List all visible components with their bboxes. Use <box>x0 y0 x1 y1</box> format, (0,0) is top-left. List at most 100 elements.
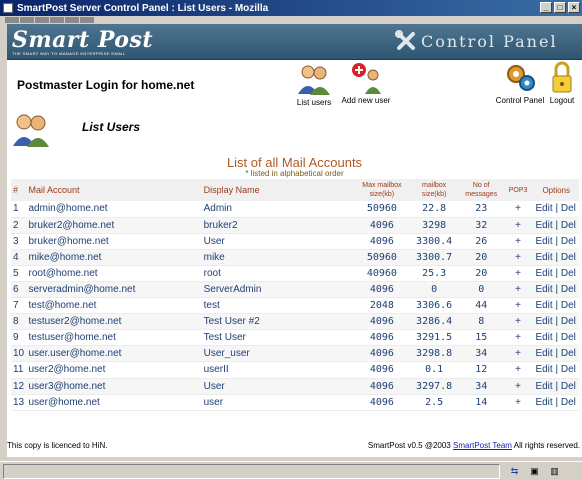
control-panel-button[interactable]: Control Panel <box>494 60 546 105</box>
edit-link[interactable]: Edit <box>535 252 552 263</box>
row-index: 13 <box>11 394 27 411</box>
mail-account-cell[interactable]: bruker2@home.net <box>26 217 202 234</box>
delete-link[interactable]: Del <box>561 220 576 231</box>
control-panel-label[interactable]: Control Panel <box>494 96 546 105</box>
mail-account-cell[interactable]: user2@home.net <box>26 361 202 379</box>
pop3-cell: + <box>502 345 534 363</box>
display-name-cell: Admin <box>201 201 356 218</box>
delete-link[interactable]: Del <box>561 300 576 311</box>
add-new-user-label[interactable]: Add new user <box>337 96 395 105</box>
mailbox-size-cell: 2.5 <box>408 394 460 411</box>
copyright-prefix: SmartPost v0.5 @2003 <box>367 441 451 450</box>
mail-account-cell[interactable]: mike@home.net <box>26 249 202 266</box>
row-index: 9 <box>11 329 27 347</box>
mail-account-cell[interactable]: bruker@home.net <box>26 233 202 250</box>
row-index: 2 <box>11 217 27 234</box>
options-cell: Edit | Del <box>533 378 579 395</box>
delete-link[interactable]: Del <box>561 203 576 214</box>
edit-link[interactable]: Edit <box>535 364 552 375</box>
table-row: 13 user@home.net user 4096 2.5 14 + Edit | Del <box>11 394 579 411</box>
logout-button[interactable]: Logout <box>547 60 577 105</box>
edit-link[interactable]: Edit <box>535 397 552 408</box>
row-index: 5 <box>11 265 27 282</box>
row-index: 8 <box>11 313 27 331</box>
logout-label[interactable]: Logout <box>547 96 577 105</box>
delete-link[interactable]: Del <box>561 268 576 279</box>
display-name-cell: User <box>201 233 356 250</box>
max-mailbox-cell: 4096 <box>355 329 409 347</box>
list-users-button[interactable]: List users <box>290 62 338 107</box>
display-name-cell: User_user <box>201 345 356 363</box>
delete-link[interactable]: Del <box>561 252 576 263</box>
edit-link[interactable]: Edit <box>535 284 552 295</box>
add-new-user-button[interactable]: Add new user <box>337 60 395 105</box>
options-cell: Edit | Del <box>533 281 579 299</box>
mail-account-cell[interactable]: admin@home.net <box>26 201 202 218</box>
delete-link[interactable]: Del <box>561 284 576 295</box>
delete-link[interactable]: Del <box>561 236 576 247</box>
delete-link[interactable]: Del <box>561 316 576 327</box>
edit-link[interactable]: Edit <box>535 236 552 247</box>
options-separator: | <box>552 300 561 312</box>
team-link[interactable]: SmartPost Team <box>453 441 512 450</box>
display-name-cell: user <box>201 394 356 411</box>
mail-account-cell[interactable]: user.user@home.net <box>26 345 202 363</box>
col-mail-account[interactable]: Mail Account <box>26 179 202 201</box>
col-options: Options <box>533 179 579 201</box>
maximize-icon[interactable]: □ <box>554 2 566 13</box>
mail-account-cell[interactable]: testuser@home.net <box>26 329 202 347</box>
col-max-mailbox[interactable]: Max mailbox size(kb) <box>355 179 409 201</box>
edit-link[interactable]: Edit <box>535 348 552 359</box>
close-icon[interactable]: × <box>568 2 580 13</box>
minimize-icon[interactable]: _ <box>540 2 552 13</box>
edit-link[interactable]: Edit <box>535 381 552 392</box>
delete-link[interactable]: Del <box>561 348 576 359</box>
options-separator: | <box>552 267 561 279</box>
max-mailbox-cell: 4096 <box>355 345 409 363</box>
delete-link[interactable]: Del <box>561 397 576 408</box>
mail-account-cell[interactable]: test@home.net <box>26 297 202 315</box>
table-row: 4 mike@home.net mike 50960 3300.7 20 + Edit | D… <box>11 249 579 266</box>
table-row: 8 testuser2@home.net Test User #2 4096 3286.… <box>11 313 579 331</box>
mail-account-cell[interactable]: testuser2@home.net <box>26 313 202 331</box>
messages-cell: 20 <box>459 265 503 282</box>
options-separator: | <box>552 251 561 263</box>
col-msgs-line2: messages <box>465 191 498 198</box>
messages-cell: 32 <box>459 217 503 234</box>
page-content: Smart Post THE SMART WAY TO MANAGE ENTER… <box>7 24 582 457</box>
delete-link[interactable]: Del <box>561 332 576 343</box>
delete-link[interactable]: Del <box>561 364 576 375</box>
options-cell: Edit | Del <box>533 249 579 266</box>
edit-link[interactable]: Edit <box>535 203 552 214</box>
add-user-icon <box>352 63 381 94</box>
mail-account-cell[interactable]: root@home.net <box>26 265 202 282</box>
messages-cell: 0 <box>459 281 503 299</box>
edit-link[interactable]: Edit <box>535 220 552 231</box>
mail-account-cell[interactable]: user3@home.net <box>26 378 202 395</box>
note-star: * <box>245 169 249 178</box>
col-display-name[interactable]: Display Name <box>201 179 356 201</box>
lock-icon[interactable]: ▣ <box>528 466 541 477</box>
max-mailbox-cell: 40960 <box>355 265 409 282</box>
edit-link[interactable]: Edit <box>535 268 552 279</box>
max-mailbox-cell: 50960 <box>355 249 409 266</box>
list-users-label[interactable]: List users <box>290 98 338 107</box>
table-row: 1 admin@home.net Admin 50960 22.8 23 + Edit | D… <box>11 201 579 218</box>
delete-link[interactable]: Del <box>561 381 576 392</box>
mail-account-cell[interactable]: user@home.net <box>26 394 202 411</box>
mail-account-cell[interactable]: serveradmin@home.net <box>26 281 202 299</box>
status-text-area <box>3 464 500 479</box>
network-icon[interactable]: ⇆ <box>508 466 521 477</box>
options-separator: | <box>552 380 561 392</box>
col-messages[interactable]: No of messages <box>459 179 503 201</box>
edit-link[interactable]: Edit <box>535 332 552 343</box>
col-mailbox-size[interactable]: mailbox size(kb) <box>408 179 460 201</box>
mozilla-icon[interactable] <box>3 3 13 13</box>
mailbox-size-cell: 0 <box>408 281 460 299</box>
edit-link[interactable]: Edit <box>535 300 552 311</box>
offline-icon[interactable]: ▥ <box>548 466 561 477</box>
toolbar-grippy[interactable] <box>5 17 95 23</box>
display-name-cell: root <box>201 265 356 282</box>
mailbox-size-cell: 3300.4 <box>408 233 460 250</box>
edit-link[interactable]: Edit <box>535 316 552 327</box>
